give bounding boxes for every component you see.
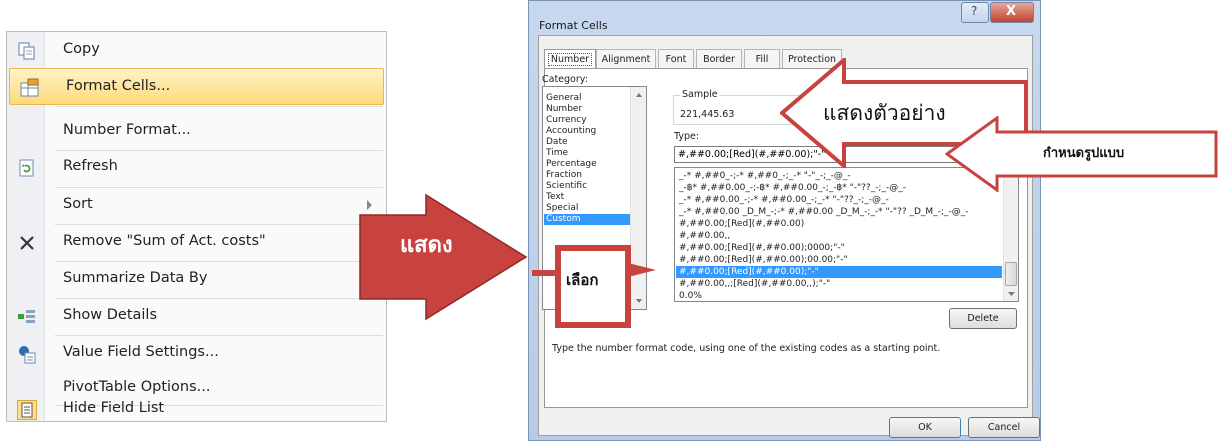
close-icon: X — [1006, 4, 1017, 19]
menu-separator — [55, 106, 383, 107]
menu-item-label: Value Field Settings... — [63, 344, 219, 360]
hide-field-list-icon — [17, 400, 37, 420]
sample-arrow-label: แสดงตัวอย่าง — [823, 101, 946, 125]
category-item[interactable]: General — [544, 93, 633, 104]
format-item[interactable]: 0.0% — [676, 290, 1002, 301]
ok-button[interactable]: OK — [889, 417, 961, 438]
hint-text: Type the number format code, using one o… — [552, 343, 941, 354]
delete-button[interactable]: Delete — [949, 308, 1017, 329]
menu-item-label: Copy — [63, 41, 100, 57]
refresh-icon — [17, 158, 37, 178]
menu-item-copy[interactable]: Copy — [7, 32, 386, 69]
category-label: Category: — [542, 74, 588, 85]
format-scroll-thumb[interactable] — [1005, 262, 1017, 286]
menu-item-value-field-settings[interactable]: Value Field Settings... — [7, 335, 386, 372]
format-item[interactable]: #,##0.00;[Red](#,##0.00) — [676, 218, 1002, 230]
format-cells-icon — [20, 78, 40, 98]
show-label: แสดง — [400, 233, 453, 258]
tab-border[interactable]: Border — [696, 49, 742, 69]
menu-item-summarize-data-by[interactable]: Summarize Data By — [7, 261, 386, 298]
menu-item-label: Sort — [63, 196, 93, 212]
choose-label: เลือก — [566, 271, 599, 289]
menu-item-format-cells[interactable]: Format Cells... — [9, 68, 384, 105]
menu-item-label: Show Details — [63, 307, 158, 323]
menu-item-refresh[interactable]: Refresh — [7, 149, 386, 186]
category-item[interactable]: Accounting — [544, 126, 633, 137]
category-item[interactable]: Fraction — [544, 170, 633, 181]
show-details-icon — [17, 307, 37, 327]
category-item[interactable]: Currency — [544, 115, 633, 126]
tab-alignment[interactable]: Alignment — [596, 49, 656, 69]
category-item[interactable]: Percentage — [544, 159, 633, 170]
category-item[interactable]: Scientific — [544, 181, 633, 192]
category-item[interactable]: Time — [544, 148, 633, 159]
category-item[interactable]: Text — [544, 192, 633, 203]
cancel-button[interactable]: Cancel — [968, 417, 1040, 438]
menu-item-label: Format Cells... — [66, 78, 171, 94]
help-button[interactable]: ? — [961, 2, 989, 23]
value-field-settings-icon — [17, 344, 37, 364]
menu-item-hide-field-list[interactable]: Hide Field List — [7, 389, 386, 426]
format-item[interactable]: #,##0.00,, — [676, 230, 1002, 242]
type-arrow-label: กำหนดรูปแบบ — [1043, 146, 1125, 161]
type-label: Type: — [674, 131, 700, 142]
copy-icon — [17, 41, 37, 61]
menu-item-label: Hide Field List — [63, 400, 165, 416]
category-item[interactable]: Date — [544, 137, 633, 148]
menu-item-remove[interactable]: Remove "Sum of Act. costs" — [7, 224, 386, 261]
context-menu: Copy Format Cells... Number Format... Re… — [6, 31, 387, 422]
category-item-selected[interactable]: Custom — [544, 214, 633, 225]
format-item[interactable]: _-* #,##0.00 _D_M_-;-* #,##0.00 _D_M_-;_… — [676, 206, 1002, 218]
dialog-title: Format Cells — [539, 19, 608, 32]
menu-item-label: Remove "Sum of Act. costs" — [63, 233, 266, 249]
menu-item-label: Refresh — [63, 158, 118, 174]
menu-item-show-details[interactable]: Show Details — [7, 298, 386, 335]
sample-value: 221,445.63 — [680, 109, 735, 120]
close-button[interactable]: X — [990, 2, 1034, 23]
category-item[interactable]: Special — [544, 203, 633, 214]
tab-font[interactable]: Font — [658, 49, 694, 69]
help-icon: ? — [971, 4, 978, 18]
format-item[interactable]: _-* #,##0.00_-;-* #,##0.00_-;_-* "-"??_-… — [676, 194, 1002, 206]
menu-item-label: Summarize Data By — [63, 270, 208, 286]
remove-icon — [17, 233, 37, 253]
menu-item-sort[interactable]: Sort — [7, 187, 386, 224]
menu-item-number-format[interactable]: Number Format... — [7, 113, 386, 150]
format-item-selected[interactable]: #,##0.00;[Red](#,##0.00);"-" — [676, 266, 1002, 278]
sample-label: Sample — [680, 89, 720, 100]
tab-fill[interactable]: Fill — [744, 49, 780, 69]
tab-number[interactable]: Number — [544, 49, 596, 69]
format-item[interactable]: #,##0.00;[Red](#,##0.00);0000;"-" — [676, 242, 1002, 254]
format-item[interactable]: #,##0.00,,;[Red](#,##0.00,,);"-" — [676, 278, 1002, 290]
format-item[interactable]: #,##0.00;[Red](#,##0.00);00.00;"-" — [676, 254, 1002, 266]
category-item[interactable]: Number — [544, 104, 633, 115]
menu-item-label: Number Format... — [63, 122, 191, 138]
